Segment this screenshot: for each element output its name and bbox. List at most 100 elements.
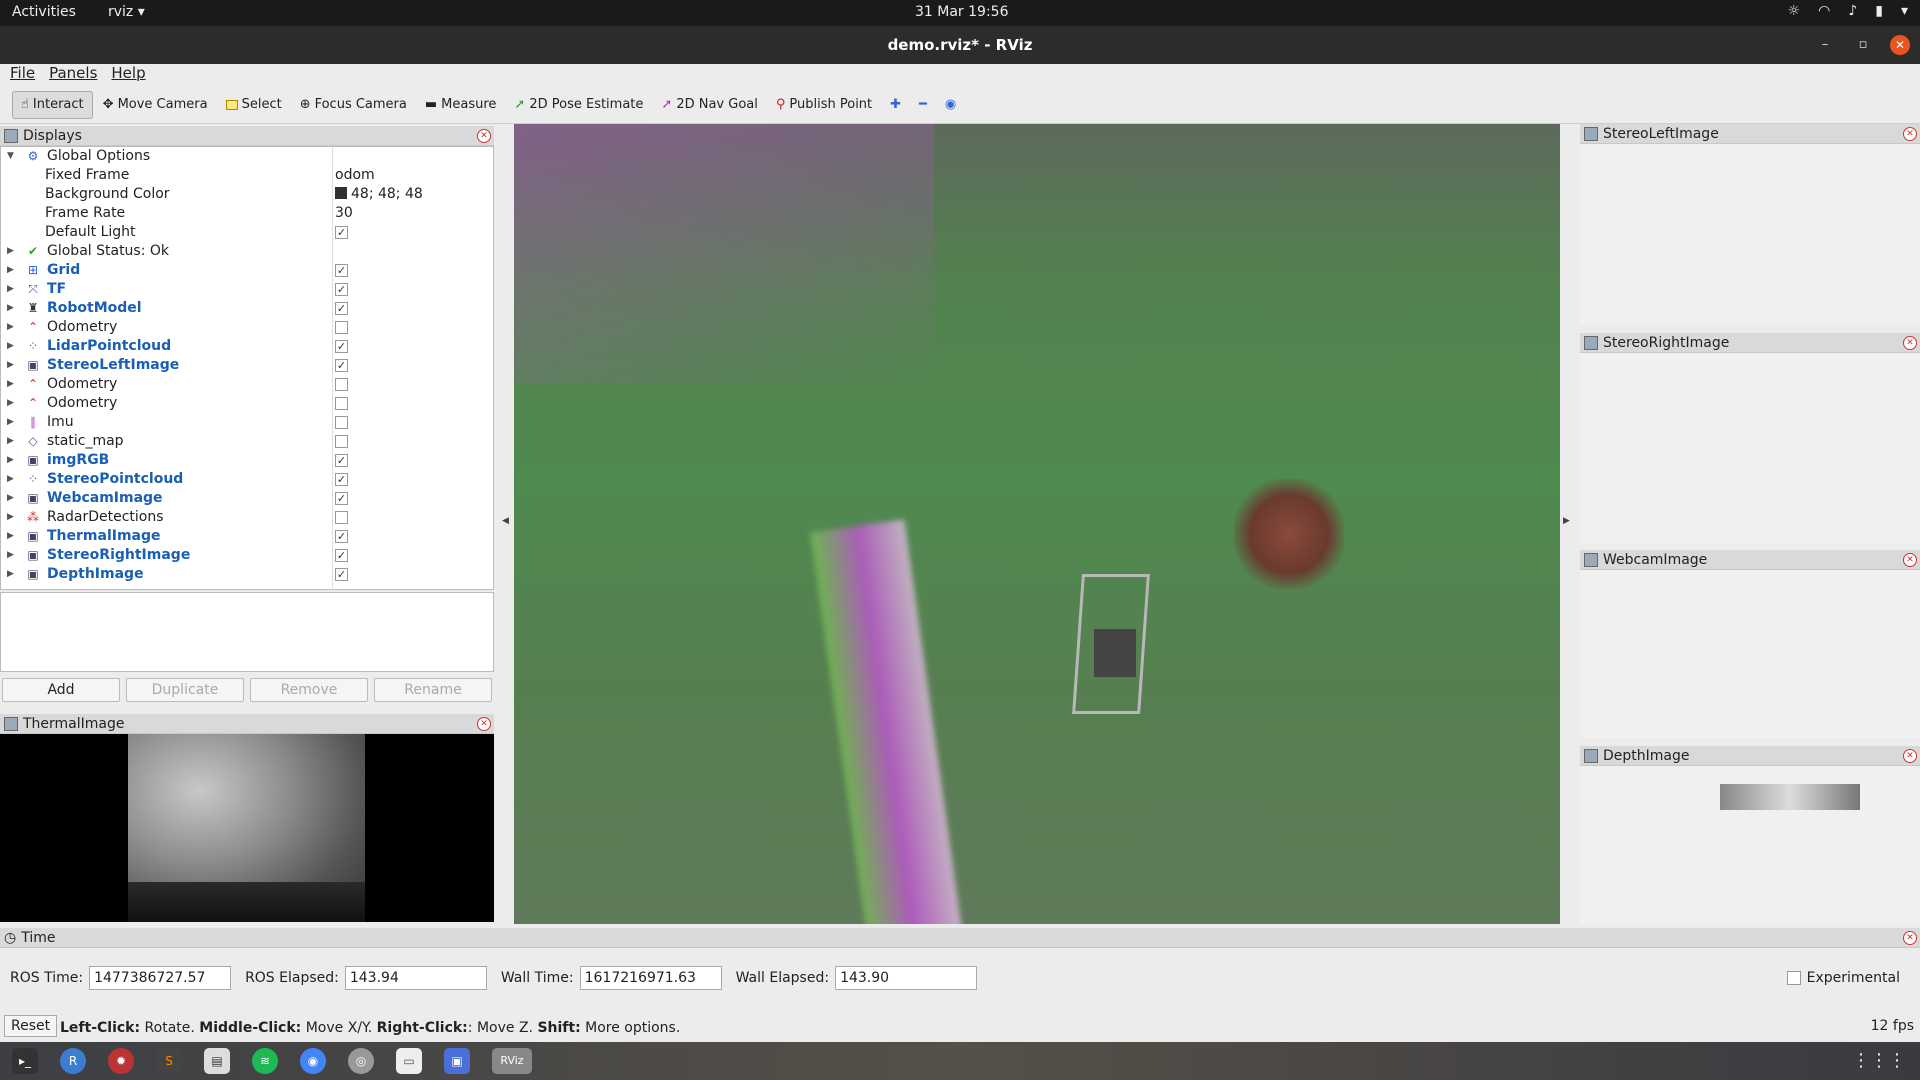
expand-arrow-icon[interactable]: ▶: [7, 546, 14, 565]
tree-row-global-options[interactable]: ▼ ⚙ Global Options: [1, 147, 493, 166]
tree-row-display[interactable]: ▶ ⌃ Odometry: [1, 318, 493, 337]
prop-row[interactable]: Default Light ✓: [1, 223, 493, 242]
reset-button[interactable]: Reset: [4, 1015, 58, 1037]
tool-2d-pose-estimate[interactable]: ➚ 2D Pose Estimate: [506, 91, 651, 119]
checkbox[interactable]: [1786, 971, 1801, 985]
tool-2d-nav-goal[interactable]: ➚ 2D Nav Goal: [653, 91, 765, 119]
clock[interactable]: 31 Mar 19:56: [915, 4, 1008, 20]
checkbox[interactable]: [335, 378, 348, 391]
minimize-icon[interactable]: –: [1814, 26, 1836, 64]
tree-row-display[interactable]: ▶ ⁂ RadarDetections: [1, 508, 493, 527]
close-icon[interactable]: ✕: [1903, 749, 1917, 763]
tree-row-display[interactable]: ▶ ⌃ Odometry: [1, 375, 493, 394]
screenshot-icon[interactable]: ▣: [444, 1048, 470, 1074]
tree-row-display[interactable]: ▶ ◇ static_map: [1, 432, 493, 451]
sublime-icon[interactable]: S: [156, 1048, 182, 1074]
tree-row-display[interactable]: ▶ ⁘ LidarPointcloud ✓: [1, 337, 493, 356]
expand-arrow-icon[interactable]: ▶: [7, 261, 14, 280]
rviz-icon[interactable]: RViz: [492, 1048, 532, 1074]
checkbox[interactable]: ✓: [335, 454, 348, 467]
tool-measure[interactable]: ▬ Measure: [417, 91, 505, 119]
depth-view[interactable]: [1580, 766, 1920, 924]
ros-elapsed-field[interactable]: 143.94: [344, 966, 487, 990]
tree-row-display[interactable]: ▶ ▣ StereoLeftImage ✓: [1, 356, 493, 375]
checkbox[interactable]: ✓: [335, 340, 348, 353]
ros-time-field[interactable]: 1477386727.57: [89, 966, 232, 990]
tool-select[interactable]: Select: [218, 91, 290, 119]
tool-publish-point[interactable]: ⚲ Publish Point: [768, 91, 880, 119]
checkbox[interactable]: [335, 397, 348, 410]
collapse-arrow-icon[interactable]: ▼: [7, 147, 14, 166]
expand-arrow-icon[interactable]: ▶: [7, 242, 14, 261]
expand-arrow-icon[interactable]: ▶: [7, 527, 14, 546]
experimental-toggle[interactable]: Experimental: [1786, 970, 1900, 986]
expand-arrow-icon[interactable]: ▶: [7, 356, 14, 375]
checkbox[interactable]: [335, 321, 348, 334]
tree-row-display[interactable]: ▶ ⁘ StereoPointcloud ✓: [1, 470, 493, 489]
checkbox[interactable]: ✓: [335, 473, 348, 486]
tool-focus-camera[interactable]: ⊕ Focus Camera: [292, 91, 415, 119]
checkbox[interactable]: [335, 416, 348, 429]
checkbox[interactable]: ✓: [335, 283, 348, 296]
thermal-view[interactable]: [0, 734, 494, 922]
system-tray[interactable]: ☼ ◠ ♪ ▮ ▾: [1788, 3, 1908, 19]
display-tree[interactable]: ▼ ⚙ Global Options Fixed Frame odom Back…: [0, 146, 494, 591]
spotify-icon[interactable]: ≋: [252, 1048, 278, 1074]
prop-row[interactable]: Frame Rate 30: [1, 204, 493, 223]
settings-icon[interactable]: ✹: [108, 1048, 134, 1074]
checkbox[interactable]: [335, 435, 348, 448]
prop-value[interactable]: 30: [335, 204, 353, 223]
checkbox[interactable]: [335, 511, 348, 524]
tree-row-display[interactable]: ▶ ⌃ Odometry: [1, 394, 493, 413]
expand-arrow-icon[interactable]: ▶: [7, 280, 14, 299]
remove-button[interactable]: Remove: [250, 678, 368, 702]
expand-arrow-icon[interactable]: ▶: [7, 451, 14, 470]
app-menu[interactable]: rviz ▾: [108, 4, 145, 20]
close-icon[interactable]: ✕: [1890, 35, 1910, 55]
tree-row-display[interactable]: ▶ ♜ RobotModel ✓: [1, 299, 493, 318]
chrome-icon[interactable]: ◉: [300, 1048, 326, 1074]
tree-row-global-status[interactable]: ▶ ✔ Global Status: Ok: [1, 242, 493, 261]
expand-arrow-icon[interactable]: ▶: [7, 565, 14, 584]
expand-arrow-icon[interactable]: ▶: [7, 318, 14, 337]
close-icon[interactable]: ✕: [1903, 931, 1917, 945]
r-icon[interactable]: R: [60, 1048, 86, 1074]
webcam-view[interactable]: [1580, 570, 1920, 738]
checkbox[interactable]: ✓: [335, 359, 348, 372]
expand-arrow-icon[interactable]: ▶: [7, 489, 14, 508]
expand-arrow-icon[interactable]: ▶: [7, 299, 14, 318]
expand-arrow-icon[interactable]: ▶: [7, 375, 14, 394]
tree-row-display[interactable]: ▶ ⊞ Grid ✓: [1, 261, 493, 280]
checkbox[interactable]: ✓: [335, 568, 348, 581]
expand-arrow-icon[interactable]: ▶: [7, 413, 14, 432]
tool-interact[interactable]: ☝ Interact: [12, 90, 93, 119]
collapse-left-icon[interactable]: ◀: [502, 516, 509, 526]
rename-button[interactable]: Rename: [374, 678, 492, 702]
files-icon[interactable]: ▭: [396, 1048, 422, 1074]
prop-value[interactable]: odom: [335, 166, 375, 185]
stereo-right-view[interactable]: [1580, 353, 1920, 543]
wall-elapsed-field[interactable]: 143.90: [835, 966, 978, 990]
tree-row-display[interactable]: ▶ ▣ ThermalImage ✓: [1, 527, 493, 546]
checkbox[interactable]: ✓: [335, 226, 348, 239]
tree-row-display[interactable]: ▶ ⤧ TF ✓: [1, 280, 493, 299]
close-icon[interactable]: ✕: [1903, 127, 1917, 141]
checkbox[interactable]: ✓: [335, 302, 348, 315]
checkbox[interactable]: ✓: [335, 264, 348, 277]
checkbox[interactable]: ✓: [335, 549, 348, 562]
checkbox[interactable]: ✓: [335, 530, 348, 543]
expand-arrow-icon[interactable]: ▶: [7, 470, 14, 489]
expand-arrow-icon[interactable]: ▶: [7, 432, 14, 451]
activities-button[interactable]: Activities: [12, 4, 76, 20]
tree-row-display[interactable]: ▶ ▣ DepthImage ✓: [1, 565, 493, 584]
menu-help[interactable]: Help: [111, 64, 145, 86]
tree-row-display[interactable]: ▶ ▣ WebcamImage ✓: [1, 489, 493, 508]
tree-row-display[interactable]: ▶ ▣ StereoRightImage ✓: [1, 546, 493, 565]
prop-value[interactable]: 48; 48; 48: [335, 185, 423, 204]
expand-arrow-icon[interactable]: ▶: [7, 394, 14, 413]
expand-arrow-icon[interactable]: ▶: [7, 337, 14, 356]
terminal-icon[interactable]: ▸_: [12, 1048, 38, 1074]
close-icon[interactable]: ✕: [477, 717, 491, 731]
menu-file[interactable]: File: [10, 64, 35, 86]
tool-move-camera[interactable]: ✥ Move Camera: [95, 91, 216, 119]
